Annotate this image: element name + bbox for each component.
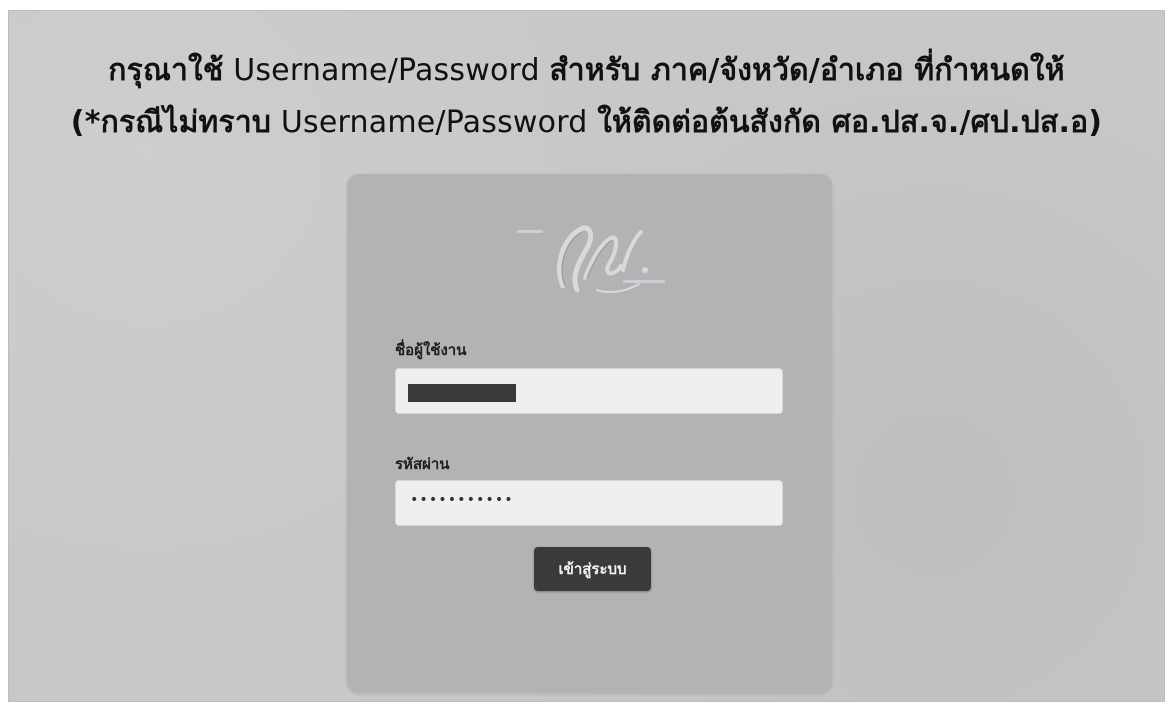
redacted-username — [408, 384, 516, 402]
username-input[interactable] — [395, 368, 783, 414]
password-label: รหัสผ่าน — [395, 455, 450, 473]
login-card: ชื่อผู้ใช้งาน รหัสผ่าน ••••••••••• เข้าส… — [347, 174, 832, 693]
instruction-line-2-part-b: ให้ติดต่อต้นสังกัด ศอ.ปส.จ./ศป.ปส.อ) — [597, 105, 1103, 140]
instruction-line-1-part-b: สำหรับ ภาค/จังหวัด/อำเภอ ที่กำหนดให้ — [549, 53, 1065, 88]
instruction-line-2-part-a: (*กรณีไม่ทราบ — [70, 105, 272, 140]
instruction-line-1-credentials: Username/Password — [223, 53, 550, 88]
login-button[interactable]: เข้าสู่ระบบ — [534, 547, 651, 591]
instruction-line-1-part-a: กรุณาใช้ — [108, 53, 224, 88]
password-input[interactable]: ••••••••••• — [395, 480, 783, 526]
instruction-line-2-credentials: Username/Password — [271, 105, 598, 140]
password-masked-value: ••••••••••• — [410, 492, 514, 508]
site-logo — [517, 225, 665, 293]
screenshot-frame: กรุณาใช้ Username/Password สำหรับ ภาค/จั… — [8, 10, 1165, 702]
instruction-line-1: กรุณาใช้ Username/Password สำหรับ ภาค/จั… — [9, 47, 1164, 94]
username-label: ชื่อผู้ใช้งาน — [395, 341, 467, 359]
instruction-line-2: (*กรณีไม่ทราบ Username/Password ให้ติดต่… — [9, 99, 1164, 146]
